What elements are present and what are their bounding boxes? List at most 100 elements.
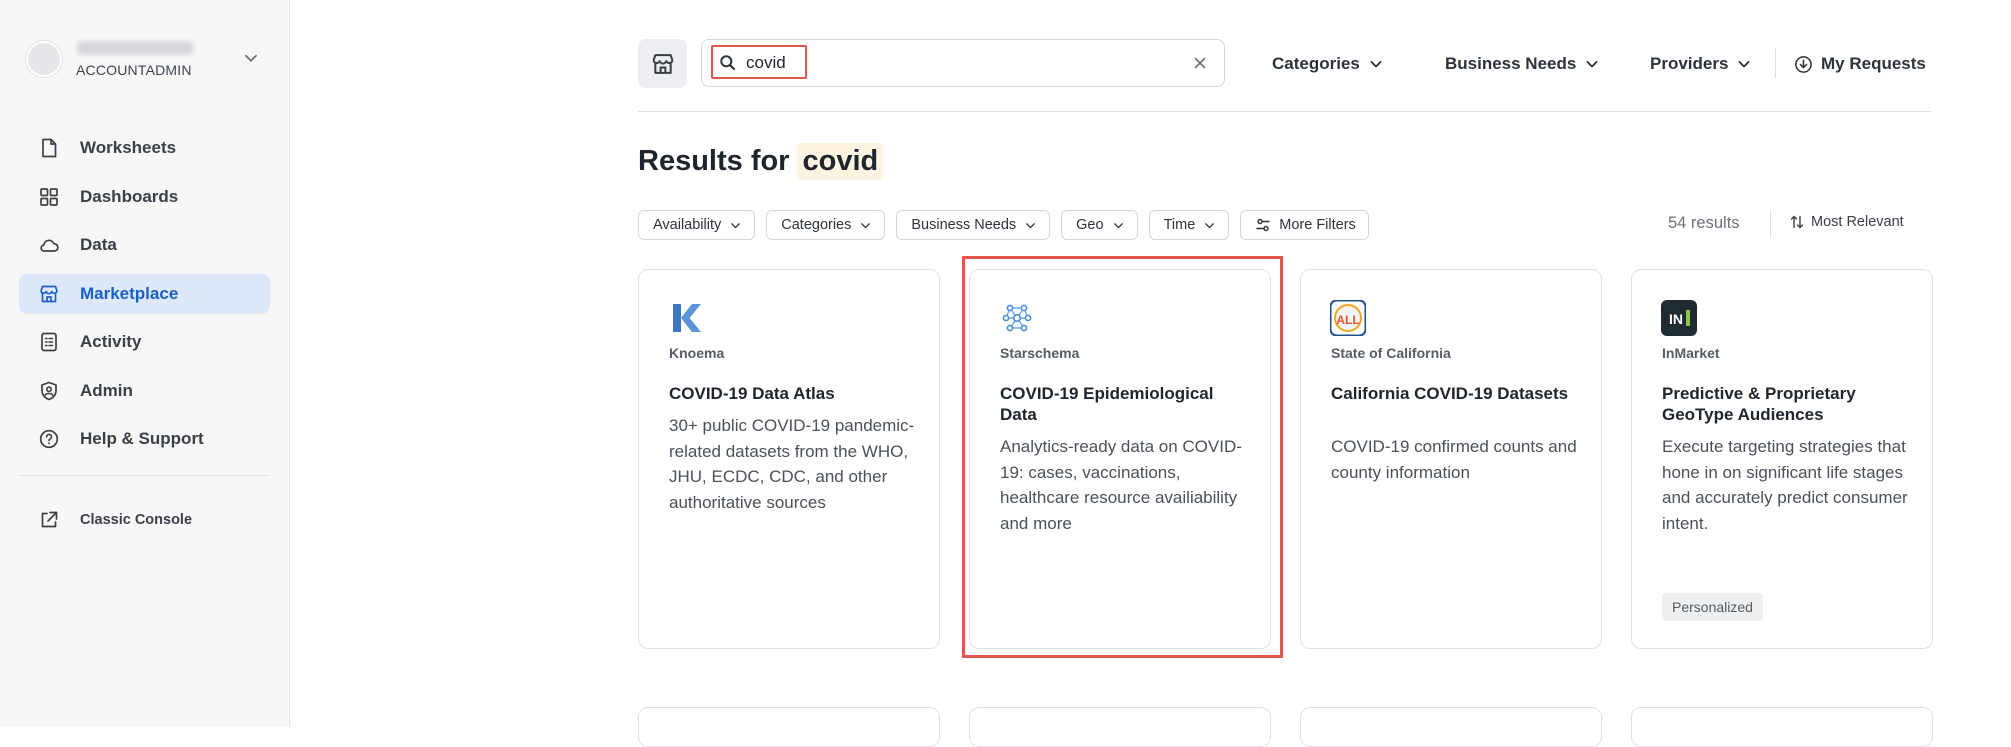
inmarket-logo: IN [1661,300,1697,336]
listing-card[interactable] [638,707,940,747]
listing-card[interactable]: ALL State of California California COVID… [1300,269,1602,649]
sidebar-item-help-support[interactable]: Help & Support [19,419,270,459]
card-description: Execute targeting strategies that hone i… [1662,437,1908,533]
card-title: Predictive & Proprietary GeoType Audienc… [1662,384,1856,424]
card-provider: Knoema [669,345,725,361]
chevron-down-icon [861,222,871,228]
topnav-label: Providers [1650,54,1729,73]
listing-card[interactable]: Knoema COVID-19 Data Atlas 30+ public CO… [638,269,940,649]
chevron-down-icon [1113,222,1123,228]
card-provider: Starschema [1000,345,1080,361]
listing-card[interactable]: Starschema COVID-19 Epidemiological Data… [969,269,1271,649]
sidebar-nav: Worksheets Dashboards Data Marketplace A… [19,128,270,468]
sort-dropdown[interactable]: Most Relevant [1789,214,1904,230]
classic-console-label: Classic Console [80,512,193,528]
card-description: COVID-19 confirmed counts and county inf… [1331,437,1577,482]
activity-list-icon [41,332,57,352]
chevron-down-icon[interactable] [242,49,260,67]
more-filters-label: More Filters [1279,217,1356,233]
sidebar: ACCOUNTADMIN Worksheets Dashboards Data … [0,0,290,727]
account-role: ACCOUNTADMIN [76,61,192,78]
sidebar-item-label: Dashboards [80,186,179,206]
personalized-badge: Personalized [1662,593,1763,621]
topnav-business-needs[interactable]: Business Needs [1445,50,1600,78]
filter-categories[interactable]: Categories [766,210,886,240]
card-title: COVID-19 Data Atlas [669,384,835,403]
filter-label: Geo [1076,217,1104,233]
topnav-categories[interactable]: Categories [1272,50,1384,78]
chevron-down-icon [731,222,741,228]
filter-availability[interactable]: Availability [638,210,756,240]
starschema-logo [1002,304,1032,332]
inmarket-logo-text: IN [1669,311,1683,327]
classic-console-link[interactable]: Classic Console [19,500,270,540]
dashboard-grid-icon [40,187,58,206]
filter-geo[interactable]: Geo [1061,210,1138,240]
chevron-down-icon [1586,61,1598,68]
chevron-down-icon [1205,222,1215,228]
topbar-divider [1775,48,1776,78]
more-filters-button[interactable]: More Filters [1240,210,1369,240]
chevron-down-icon [1026,222,1035,228]
sidebar-divider [19,475,270,476]
storefront-icon [40,285,58,302]
account-name-redacted [76,40,194,55]
card-provider: InMarket [1662,345,1720,361]
topnav-label: Business Needs [1445,54,1577,73]
filter-label: Categories [781,217,852,233]
search-icon [720,55,736,71]
sidebar-item-admin[interactable]: Admin [19,371,270,411]
chevron-down-icon [1739,61,1750,68]
help-circle-icon [39,429,59,449]
marketplace-home-button[interactable] [638,39,687,88]
sidebar-item-label: Activity [80,332,142,351]
listing-card[interactable] [1300,707,1602,747]
avatar [26,41,62,77]
state-of-california-logo-text: ALL [1336,313,1359,327]
card-provider: State of California [1331,345,1451,361]
account-switcher[interactable]: ACCOUNTADMIN [26,34,266,84]
sort-arrows-icon [1790,215,1804,229]
search-input[interactable] [746,50,866,76]
sidebar-item-data[interactable]: Data [19,225,270,265]
chevron-down-icon [1370,61,1382,68]
sidebar-item-activity[interactable]: Activity [19,322,270,362]
card-title: COVID-19 Epidemiological Data [1000,384,1214,424]
card-description: 30+ public COVID-19 pandemic-related dat… [669,416,915,512]
filter-label: Business Needs [911,217,1017,233]
filter-sliders-icon [1256,218,1270,232]
listing-card[interactable] [969,707,1271,747]
sidebar-item-dashboards[interactable]: Dashboards [19,177,270,217]
sidebar-item-label: Admin [80,380,133,400]
sort-label: Most Relevant [1811,214,1904,230]
filter-business-needs[interactable]: Business Needs [896,210,1051,240]
topnav-label: Categories [1272,54,1360,73]
cloud-icon [40,239,59,252]
external-link-icon [41,511,58,528]
worksheet-icon [42,138,57,158]
card-title: California COVID-19 Datasets [1331,384,1569,403]
my-requests-button[interactable]: My Requests [1794,50,1926,78]
state-of-california-logo: ALL [1330,300,1366,336]
my-requests-label: My Requests [1821,54,1926,73]
sidebar-item-label: Data [80,235,117,254]
filter-label: Availability [653,217,722,233]
results-count: 54 results [1668,214,1740,232]
filter-bar: Availability Categories Business Needs G… [638,210,1380,240]
card-description: Analytics-ready data on COVID-19: cases,… [1000,437,1242,533]
results-divider [1770,210,1771,238]
sidebar-item-marketplace[interactable]: Marketplace [19,273,270,314]
results-term: covid [797,142,884,180]
sidebar-item-label: Worksheets [80,138,177,157]
topnav-providers[interactable]: Providers [1650,50,1752,78]
listing-card[interactable]: IN InMarket Predictive & Proprietary Geo… [1631,269,1933,649]
listing-card[interactable] [1631,707,1933,747]
close-icon[interactable] [1190,53,1210,73]
filter-time[interactable]: Time [1148,210,1230,240]
search-box [701,39,1225,87]
knoema-logo [673,304,701,332]
sidebar-item-worksheets[interactable]: Worksheets [19,128,270,168]
results-prefix: Results for [638,144,790,177]
sidebar-item-label: Help & Support [80,429,204,448]
sidebar-item-label: Marketplace [80,283,179,303]
